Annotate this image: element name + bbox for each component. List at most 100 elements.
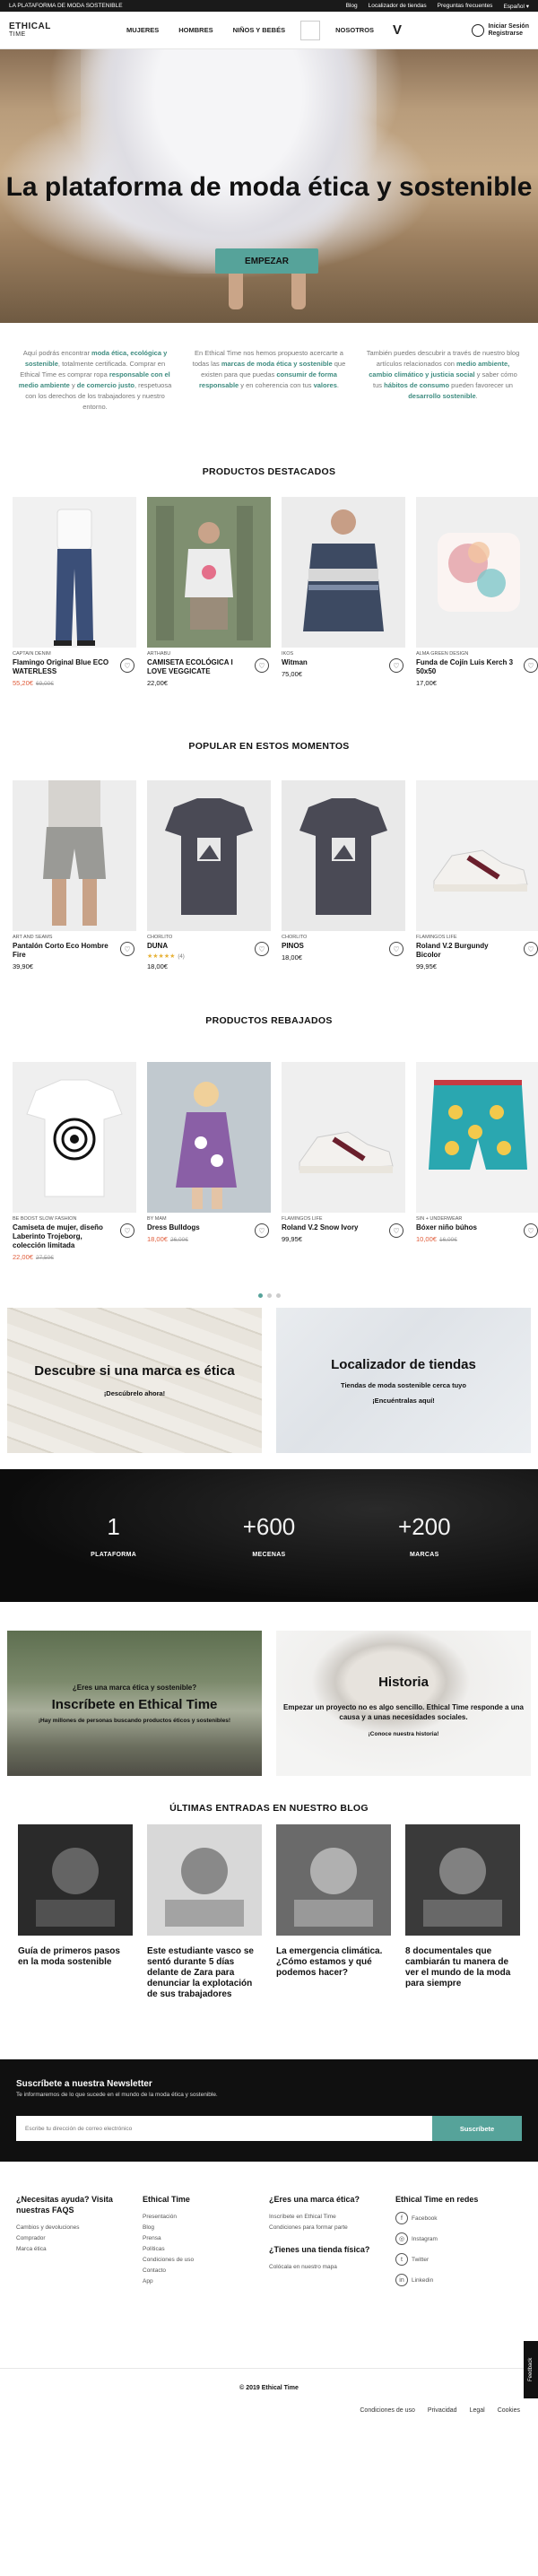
promo-store-locator[interactable]: Localizador de tiendas Tiendas de moda s…: [276, 1308, 531, 1453]
product-name[interactable]: Pantalón Corto Eco Hombre Fire: [13, 942, 109, 960]
footer-help-link[interactable]: Comprador: [16, 2233, 143, 2244]
blog-photo-3[interactable]: [276, 1824, 391, 1936]
wishlist-heart-icon[interactable]: ♡: [120, 658, 134, 673]
language-select[interactable]: Español ▾: [503, 3, 529, 10]
product-image[interactable]: [416, 497, 538, 648]
promo-1-link[interactable]: ¡Descúbrelo ahora!: [104, 1389, 165, 1397]
product-image[interactable]: [147, 497, 271, 648]
legal-link[interactable]: Cookies: [498, 2407, 520, 2414]
wishlist-heart-icon[interactable]: ♡: [120, 942, 134, 956]
product-brand[interactable]: IKOS: [282, 651, 405, 657]
carousel-dot-2[interactable]: [266, 1293, 272, 1298]
footer-company-link[interactable]: Presentación: [143, 2212, 269, 2223]
footer-company-link[interactable]: Políticas: [143, 2244, 269, 2255]
nav-men[interactable]: HOMBRES: [169, 26, 222, 34]
banner-history[interactable]: Historia Empezar un proyecto no es algo …: [276, 1631, 531, 1776]
product-name[interactable]: Roland V.2 Burgundy Bicolor: [416, 942, 513, 960]
social-link[interactable]: f Facebook: [395, 2212, 522, 2224]
product-brand[interactable]: CAPTAIN DENIM: [13, 651, 136, 657]
brand-mark[interactable]: V: [393, 22, 402, 38]
social-link[interactable]: in Linkedin: [395, 2274, 522, 2286]
product-card[interactable]: SIN + UNDERWEAR Bóxer niño búhos 10,00€ 16,…: [416, 1062, 538, 1293]
footer-company-link[interactable]: Blog: [143, 2223, 269, 2233]
product-card[interactable]: FLAMINGOS LIFE Roland V.2 Burgundy Bicolo…: [416, 780, 538, 1015]
product-name[interactable]: Funda de Cojín Luis Kerch 3 50x50: [416, 658, 513, 676]
nav-women[interactable]: MUJERES: [117, 26, 169, 34]
product-card[interactable]: BE BOOST SLOW FASHION Camiseta de mujer, …: [13, 1062, 136, 1293]
product-image[interactable]: [147, 1062, 271, 1213]
product-card[interactable]: CHORLITO PINOS 18,00€ ♡: [282, 780, 405, 1015]
product-brand[interactable]: ART AND SEAMS: [13, 935, 136, 940]
blog-post-title[interactable]: Guía de primeros pasos en la moda sosten…: [18, 1946, 133, 1968]
product-brand[interactable]: CHORLITO: [147, 935, 271, 940]
blog-post[interactable]: Este estudiante vasco se sentó durante 5…: [147, 1824, 262, 2059]
product-name[interactable]: Dress Bulldogs: [147, 1223, 244, 1232]
product-image[interactable]: [13, 780, 136, 931]
product-brand[interactable]: BE BOOST SLOW FASHION: [13, 1216, 136, 1222]
nav-about[interactable]: NOSOTROS: [325, 26, 384, 34]
footer-help-title[interactable]: ¿Necesitas ayuda? Visita nuestras FAQS: [16, 2194, 143, 2215]
blog-photo-2[interactable]: [147, 1824, 262, 1936]
product-name[interactable]: DUNA: [147, 942, 244, 951]
account-link[interactable]: Iniciar Sesión Registrarse: [472, 23, 529, 38]
legal-link[interactable]: Legal: [470, 2407, 485, 2414]
top-link-blog[interactable]: Blog: [346, 3, 358, 9]
social-link[interactable]: t Twitter: [395, 2253, 522, 2266]
product-card[interactable]: FLAMINGOS LIFE Roland V.2 Snow Ivory 99,95…: [282, 1062, 405, 1293]
wishlist-heart-icon[interactable]: ♡: [389, 942, 404, 956]
feedback-tab[interactable]: Feedback: [524, 2341, 538, 2398]
banner-join[interactable]: ¿Eres una marca ética y sostenible? Insc…: [7, 1631, 262, 1776]
product-card[interactable]: ART AND SEAMS Pantalón Corto Eco Hombre F…: [13, 780, 136, 1015]
legal-link[interactable]: Condiciones de uso: [360, 2407, 415, 2414]
product-name[interactable]: Bóxer niño búhos: [416, 1223, 513, 1232]
product-card[interactable]: BY MAM Dress Bulldogs 18,00€ 26,00€ ♡: [147, 1062, 271, 1293]
blog-post[interactable]: 8 documentales que cambiarán tu manera d…: [405, 1824, 520, 2059]
wishlist-heart-icon[interactable]: ♡: [524, 658, 538, 673]
wishlist-heart-icon[interactable]: ♡: [120, 1223, 134, 1238]
product-card[interactable]: ARTHABU CAMISETA ECOLÓGICA I LOVE VEGGICA…: [147, 497, 271, 741]
product-name[interactable]: Roland V.2 Snow Ivory: [282, 1223, 378, 1232]
product-brand[interactable]: ARTHABU: [147, 651, 271, 657]
site-logo[interactable]: ETHICAL TIME: [9, 22, 117, 39]
blog-post-title[interactable]: 8 documentales que cambiarán tu manera d…: [405, 1946, 520, 1989]
product-image[interactable]: [282, 497, 405, 648]
blog-photo-4[interactable]: [405, 1824, 520, 1936]
product-card[interactable]: CAPTAIN DENIM Flamingo Original Blue ECO …: [13, 497, 136, 741]
product-image[interactable]: [147, 780, 271, 931]
wishlist-heart-icon[interactable]: ♡: [255, 1223, 269, 1238]
blog-photo-1[interactable]: [18, 1824, 133, 1936]
wishlist-heart-icon[interactable]: ♡: [389, 658, 404, 673]
blog-post-title[interactable]: La emergencia climática. ¿Cómo estamos y…: [276, 1946, 391, 1979]
social-link[interactable]: ◎ Instagram: [395, 2232, 522, 2245]
top-link-faq[interactable]: Preguntas frecuentes: [438, 3, 493, 9]
footer-help-link[interactable]: Marca ética: [16, 2244, 143, 2255]
footer-brand-link[interactable]: Condiciones para formar parte: [269, 2223, 395, 2233]
newsletter-email-input[interactable]: [16, 2116, 432, 2141]
footer-help-link[interactable]: Cambios y devoluciones: [16, 2223, 143, 2233]
product-name[interactable]: Flamingo Original Blue ECO WATERLESS: [13, 658, 109, 676]
product-card[interactable]: IKOS Witman 75,00€ ♡: [282, 497, 405, 741]
footer-shop-link[interactable]: Colócala en nuestro mapa: [269, 2262, 395, 2273]
nav-kids[interactable]: NIÑOS Y BEBÉS: [223, 26, 296, 34]
product-brand[interactable]: CHORLITO: [282, 935, 405, 940]
product-brand[interactable]: BY MAM: [147, 1216, 271, 1222]
product-image[interactable]: [13, 497, 136, 648]
footer-company-link[interactable]: App: [143, 2276, 269, 2287]
product-brand[interactable]: FLAMINGOS LIFE: [282, 1216, 405, 1222]
hero-start-button[interactable]: EMPEZAR: [215, 248, 318, 274]
wishlist-heart-icon[interactable]: ♡: [524, 942, 538, 956]
carousel-dot-3[interactable]: [275, 1293, 281, 1298]
product-name[interactable]: PINOS: [282, 942, 378, 951]
carousel-dot-1[interactable]: [257, 1293, 263, 1298]
footer-company-link[interactable]: Condiciones de uso: [143, 2255, 269, 2266]
promo-ethical-check[interactable]: Descubre si una marca es ética ¡Descúbre…: [7, 1308, 262, 1453]
blog-post[interactable]: La emergencia climática. ¿Cómo estamos y…: [276, 1824, 391, 2059]
wishlist-heart-icon[interactable]: ♡: [255, 658, 269, 673]
legal-link[interactable]: Privacidad: [428, 2407, 457, 2414]
blog-post-title[interactable]: Este estudiante vasco se sentó durante 5…: [147, 1946, 262, 2000]
product-name[interactable]: Witman: [282, 658, 378, 667]
newsletter-subscribe-button[interactable]: Suscríbete: [432, 2116, 522, 2141]
wishlist-heart-icon[interactable]: ♡: [389, 1223, 404, 1238]
footer-company-link[interactable]: Prensa: [143, 2233, 269, 2244]
product-brand[interactable]: SIN + UNDERWEAR: [416, 1216, 538, 1222]
